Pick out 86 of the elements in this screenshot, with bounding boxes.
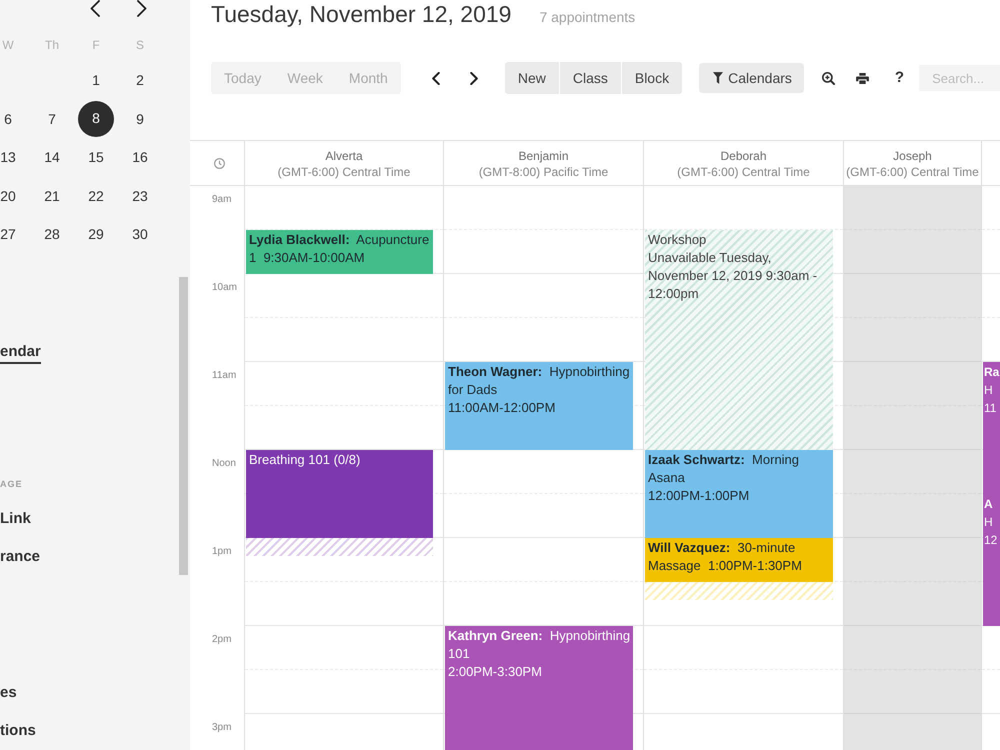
hour-label: 10am [212, 282, 238, 293]
class-card[interactable]: Breathing 101 (0/8) [246, 450, 433, 538]
appointment-card[interactable]: Theon Wagner: Hypnobirthing for Dads 11:00AM-12:00PM [445, 362, 633, 450]
event-title: Kathryn Green: Hypnobirthing 101 [448, 627, 632, 663]
search-field[interactable]: Search... [919, 65, 1000, 91]
nav-link[interactable]: endar [0, 342, 41, 364]
calendar-day[interactable]: 2 [136, 71, 144, 90]
print-icon[interactable] [856, 72, 869, 84]
event-title: A [984, 496, 993, 513]
event-title: Lydia Blackwell: Acupuncture 1 9:30AM-10:00AM [249, 231, 430, 267]
event-details: Unavailable Tuesday, November 12, 2019 9:30am - 12:00pm [648, 249, 818, 303]
unavailable-block[interactable]: Workshop Unavailable Tuesday, November 12, 2019 9:30am - 12:00pm [645, 230, 833, 450]
hour-label: 1pm [212, 546, 232, 557]
event-details: H [984, 514, 993, 531]
appointment-card[interactable]: Izaak Schwartz: Morning Asana 12:00PM-1:00PM [645, 450, 833, 538]
event-title: Workshop [648, 231, 706, 249]
calendar-day[interactable]: 30 [132, 225, 148, 244]
event-details: 12:00PM-1:00PM [648, 487, 750, 505]
event-title: Theon Wagner: Hypnobirthing for Dads [448, 363, 631, 399]
clock-icon [214, 158, 224, 168]
calendar-name: Alverta [325, 148, 363, 164]
calendar-name: Benjamin [518, 148, 569, 164]
event-title: Ra [984, 364, 1000, 381]
nav-link[interactable]: es [0, 682, 17, 704]
event-details: 11:00AM-12:00PM [448, 399, 556, 417]
chevron-right-icon[interactable] [137, 0, 147, 17]
hour-label: 2pm [212, 634, 232, 645]
zoom-in-icon[interactable] [822, 72, 835, 84]
timezone-label: (GMT-6:00) Central Time [677, 164, 810, 180]
chevron-left-icon[interactable] [90, 0, 100, 17]
toolbar-button[interactable]: New [504, 62, 559, 94]
chevron-right-icon[interactable] [470, 72, 478, 84]
filter-icon [713, 72, 724, 84]
calendar-day[interactable]: 8 [78, 100, 114, 137]
appointment-card[interactable]: Lydia Blackwell: Acupuncture 1 9:30AM-10:00AM [246, 230, 433, 274]
hour-label: Noon [212, 458, 236, 469]
appointment-card[interactable]: Kathryn Green: Hypnobirthing 101 2:00PM-3:30PM [445, 626, 633, 750]
weekday-label: F [92, 38, 100, 52]
calendars-filter-button[interactable]: Calendars [699, 63, 804, 93]
calendar-day[interactable]: 6 [4, 110, 12, 128]
calendar-day[interactable]: 1 [92, 71, 100, 90]
event-title: Izaak Schwartz: Morning Asana [648, 451, 800, 487]
appointment-card[interactable]: Ra H 11 [983, 362, 1000, 494]
toolbar-button[interactable]: Block [620, 62, 682, 94]
weekday-label: S [136, 38, 144, 52]
appointment-card[interactable]: Will Vazquez: 30-minute Massage 1:00PM-1:30PM [645, 538, 833, 582]
toolbar-button[interactable]: Class [558, 62, 621, 94]
timezone-label: (GMT-6:00) Central Time [278, 164, 410, 180]
nav-link[interactable]: tions [0, 720, 36, 742]
timezone-label: (GMT-6:00) Central Time [846, 164, 979, 180]
calendar-day[interactable]: 7 [48, 110, 56, 128]
calendar-day[interactable]: 16 [132, 148, 148, 166]
nav-link[interactable]: rance [0, 546, 40, 568]
weekday-label: Th [44, 38, 59, 52]
section-heading: AGE [0, 478, 23, 490]
calendar-day[interactable]: 29 [88, 225, 104, 244]
chevron-left-icon[interactable] [432, 72, 440, 84]
event-details: 2:00PM-3:30PM [448, 663, 542, 681]
event-details: H [984, 382, 993, 399]
calendar-day[interactable]: 20 [0, 186, 16, 205]
event-title: Will Vazquez: 30-minute Massage 1:00PM-1:30PM [648, 539, 803, 575]
calendar-day[interactable]: 22 [88, 186, 104, 205]
calendar-day[interactable]: 28 [44, 225, 60, 244]
appointment-card[interactable]: A H 12 [983, 494, 1000, 626]
scrollbar-thumb[interactable] [179, 277, 188, 575]
calendar-day[interactable]: 9 [136, 110, 144, 128]
calendar-day[interactable]: 21 [44, 186, 60, 205]
date-title: Tuesday, November 12, 2019 [211, 0, 512, 28]
event-title: Breathing 101 (0/8) [249, 451, 360, 469]
nav-link[interactable]: Link [0, 508, 31, 530]
calendar-day[interactable]: 23 [132, 186, 148, 205]
help-button[interactable]: ? [894, 69, 904, 87]
event-details: 11 [984, 400, 996, 417]
weekday-label: W [2, 38, 14, 52]
calendar-day[interactable]: 15 [88, 148, 104, 166]
calendar-name: Joseph [893, 148, 932, 164]
hour-label: 11am [212, 370, 236, 381]
calendar-day[interactable]: 14 [44, 148, 60, 166]
event-details: 12 [984, 532, 998, 549]
hour-label: 9am [212, 194, 232, 205]
calendar-name: Deborah [720, 148, 767, 164]
calendar-day[interactable]: 13 [0, 148, 16, 166]
hour-label: 3pm [212, 722, 232, 733]
appointment-count: 7 appointments [539, 8, 636, 27]
calendar-day[interactable]: 27 [0, 225, 16, 244]
timezone-label: (GMT-8:00) Pacific Time [478, 164, 608, 180]
